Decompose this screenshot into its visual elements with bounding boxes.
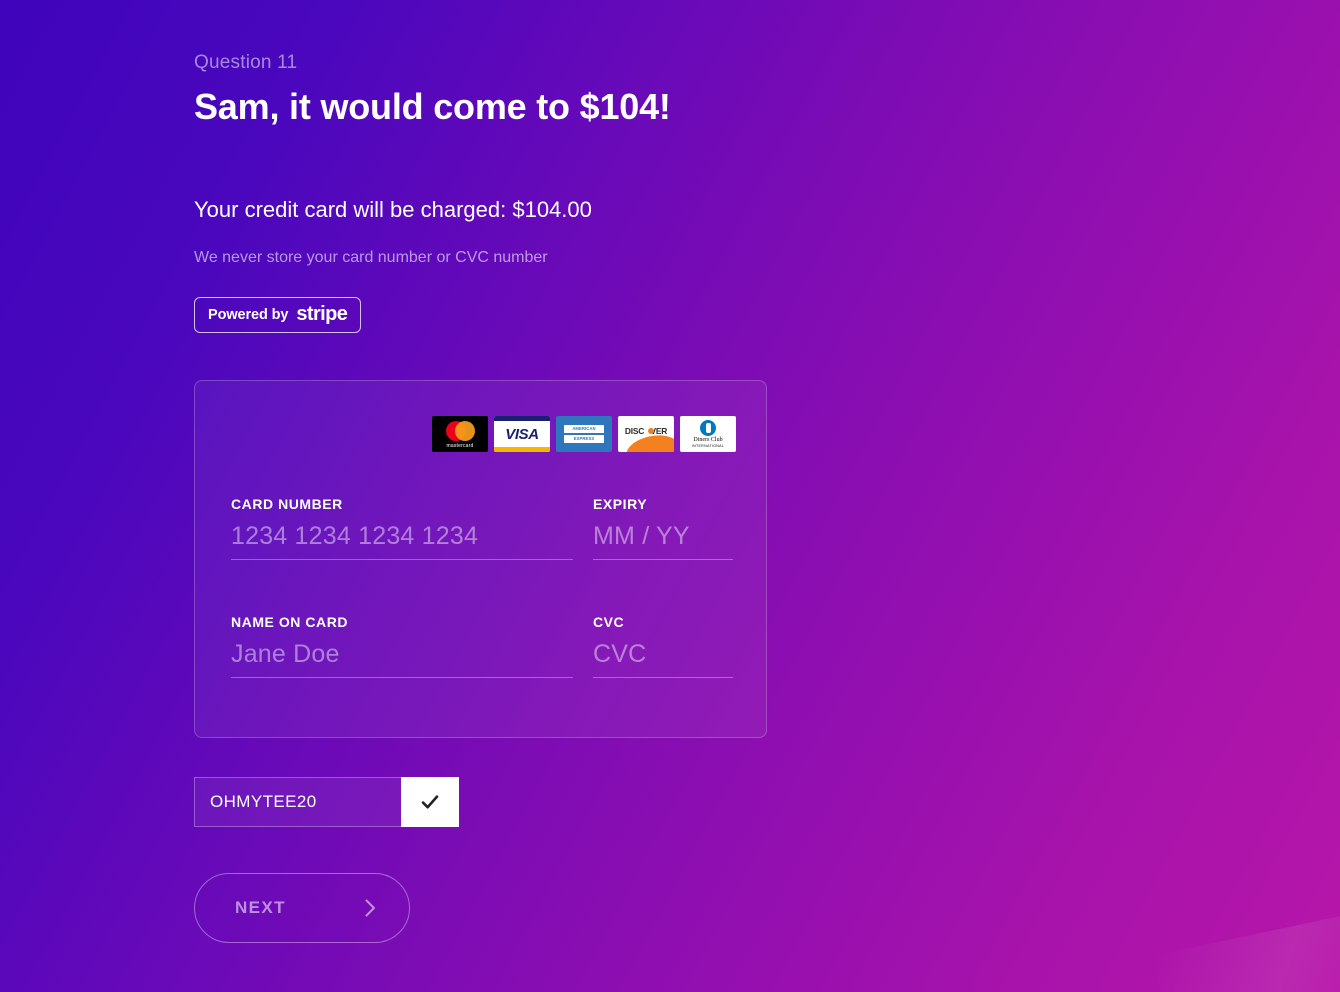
name-on-card-label: NAME ON CARD — [231, 614, 349, 630]
charge-amount-text: Your credit card will be charged: $104.0… — [194, 197, 592, 222]
payment-question-screen: Question 11 Sam, it would come to $104! … — [0, 0, 1340, 992]
amex-band-bottom: EXPRESS — [564, 435, 604, 443]
powered-by-stripe-badge: Powered by stripe — [194, 297, 362, 333]
credit-card-form-panel: mastercard VISA AMERICAN EXPRESS DISC VE… — [194, 380, 767, 738]
diners-club-icon: Diners Club INTERNATIONAL — [680, 416, 736, 452]
expiry-input[interactable] — [593, 522, 733, 560]
next-button-label: NEXT — [235, 898, 286, 917]
cvc-input[interactable] — [593, 640, 733, 678]
name-on-card-input[interactable] — [231, 640, 573, 678]
question-counter: Question 11 — [194, 52, 298, 73]
accepted-card-brands: mastercard VISA AMERICAN EXPRESS DISC VE… — [432, 416, 736, 452]
amex-band-top: AMERICAN — [564, 425, 604, 433]
coupon-code-input[interactable] — [194, 777, 401, 827]
chevron-right-icon — [359, 897, 381, 919]
discover-o-dot — [647, 427, 654, 434]
coupon-row — [194, 777, 459, 827]
diners-wordmark: Diners Club — [693, 437, 723, 443]
name-on-card-field-group: NAME ON CARD — [231, 614, 573, 678]
visa-top-bar — [494, 416, 550, 421]
discover-icon: DISCOVER — [618, 416, 674, 452]
card-number-label: CARD NUMBER — [231, 496, 343, 512]
amex-wordmark-line1: AMERICAN — [572, 426, 596, 431]
visa-wordmark: VISA — [505, 426, 539, 443]
stripe-wordmark: stripe — [296, 302, 348, 325]
expiry-field-group: EXPIRY — [593, 496, 733, 560]
mastercard-icon: mastercard — [432, 416, 488, 452]
amex-wordmark-line2: EXPRESS — [573, 436, 595, 441]
next-button[interactable]: NEXT — [194, 873, 410, 943]
cvc-label: CVC — [593, 614, 625, 630]
discover-wordmark: DISCOVER — [618, 426, 674, 436]
mastercard-wordmark: mastercard — [446, 443, 474, 449]
diners-subtext: INTERNATIONAL — [691, 444, 725, 448]
card-number-field-group: CARD NUMBER — [231, 496, 573, 560]
visa-bottom-bar — [494, 447, 550, 452]
page-title: Sam, it would come to $104! — [194, 86, 671, 127]
stripe-badge-prefix: Powered by — [208, 307, 289, 323]
content-column: Question 11 Sam, it would come to $104! … — [194, 0, 1194, 992]
privacy-note: We never store your card number or CVC n… — [194, 249, 548, 266]
american-express-icon: AMERICAN EXPRESS — [556, 416, 612, 452]
expiry-label: EXPIRY — [593, 496, 648, 512]
diners-inner-mark — [705, 423, 711, 433]
cvc-field-group: CVC — [593, 614, 733, 678]
apply-coupon-button[interactable] — [401, 777, 459, 827]
visa-icon: VISA — [494, 416, 550, 452]
mastercard-orange-circle — [455, 421, 475, 441]
check-icon — [419, 791, 441, 813]
card-number-input[interactable] — [231, 522, 573, 560]
discover-wordmark-pre: DISC — [624, 426, 645, 436]
